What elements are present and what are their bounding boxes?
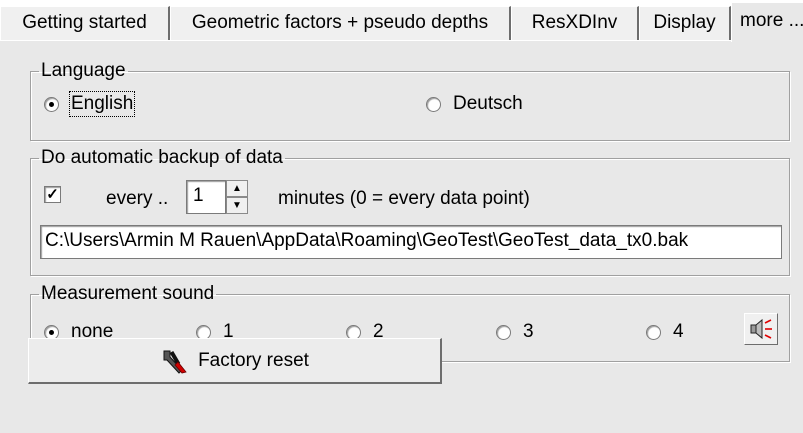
sound-legend: Measurement sound: [41, 283, 215, 304]
radio-english-label: English: [68, 91, 136, 117]
backup-legend: Do automatic backup of data: [41, 147, 283, 168]
radio-sound-4-label: 4: [673, 321, 684, 342]
interval-value[interactable]: 1: [186, 180, 226, 214]
radio-sound-4-dot[interactable]: [646, 324, 661, 340]
backup-path-field[interactable]: C:\Users\Armin M Rauen\AppData\Roaming\G…: [40, 225, 782, 259]
tab-geometric-factors[interactable]: Geometric factors + pseudo depths: [170, 6, 511, 40]
radio-sound-4[interactable]: 4: [646, 321, 684, 343]
tab-getting-started[interactable]: Getting started: [0, 6, 170, 40]
tab-resxdinv[interactable]: ResXDInv: [511, 6, 639, 40]
settings-panel: Language English Deutsch Do automatic ba…: [0, 40, 803, 433]
tab-bar: Getting started Geometric factors + pseu…: [0, 0, 803, 42]
play-sound-button[interactable]: [744, 313, 778, 345]
tools-reset-icon: [163, 350, 187, 374]
backup-checkbox[interactable]: ✓: [44, 186, 61, 203]
radio-english-dot[interactable]: [44, 96, 59, 112]
radio-deutsch-dot[interactable]: [426, 96, 441, 112]
factory-reset-label: Factory reset: [198, 349, 309, 371]
radio-sound-3-label: 3: [523, 321, 534, 342]
speaker-icon: [750, 318, 772, 340]
radio-deutsch-label: Deutsch: [453, 93, 523, 114]
interval-spinner[interactable]: 1 ▲ ▼: [186, 180, 248, 214]
factory-reset-button[interactable]: Factory reset: [28, 338, 442, 384]
tab-display[interactable]: Display: [639, 6, 731, 40]
radio-sound-3-dot[interactable]: [496, 324, 511, 340]
spin-up-icon[interactable]: ▲: [226, 180, 248, 197]
language-group: Language: [30, 61, 790, 141]
every-label: every ..: [106, 188, 169, 209]
minutes-label: minutes (0 = every data point): [278, 188, 530, 209]
radio-sound-3[interactable]: 3: [496, 321, 534, 343]
language-legend: Language: [41, 60, 126, 81]
radio-english[interactable]: English: [44, 91, 136, 117]
spinner-buttons: ▲ ▼: [226, 180, 248, 214]
spin-down-icon[interactable]: ▼: [226, 197, 248, 214]
tab-more[interactable]: more ...: [731, 2, 803, 42]
radio-deutsch[interactable]: Deutsch: [426, 93, 523, 115]
